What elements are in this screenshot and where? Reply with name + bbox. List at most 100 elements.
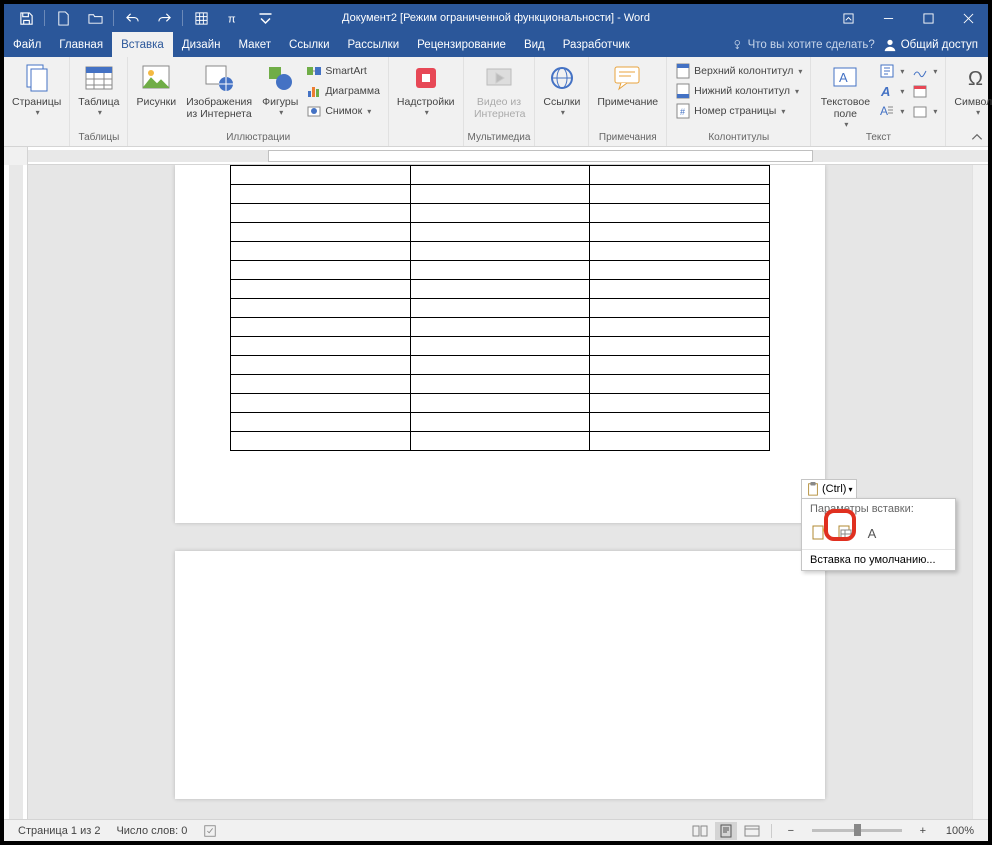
table-cell[interactable] <box>231 185 411 204</box>
zoom-level[interactable]: 100% <box>938 825 982 837</box>
table-cell[interactable] <box>590 356 770 375</box>
tab-insert[interactable]: Вставка <box>112 32 173 57</box>
tab-mailings[interactable]: Рассылки <box>339 32 409 57</box>
table-cell[interactable] <box>410 204 590 223</box>
zoom-out-button[interactable]: − <box>780 822 802 840</box>
header-button[interactable]: Верхний колонтитул <box>671 61 806 81</box>
table-cell[interactable] <box>590 185 770 204</box>
ribbon-display-button[interactable] <box>828 4 868 32</box>
table-cell[interactable] <box>231 223 411 242</box>
horizontal-ruler[interactable] <box>4 147 988 165</box>
tab-review[interactable]: Рецензирование <box>408 32 515 57</box>
document-canvas[interactable]: (Ctrl) ▾ Параметры вставки: A Вставка по… <box>28 165 972 819</box>
table-cell[interactable] <box>590 280 770 299</box>
table-cell[interactable] <box>231 394 411 413</box>
footer-button[interactable]: Нижний колонтитул <box>671 81 806 101</box>
table-cell[interactable] <box>231 337 411 356</box>
table-cell[interactable] <box>410 299 590 318</box>
links-button[interactable]: Ссылки <box>539 59 584 117</box>
zoom-thumb[interactable] <box>854 824 861 836</box>
object-button[interactable] <box>908 101 941 121</box>
web-layout-button[interactable] <box>741 822 763 840</box>
tab-developer[interactable]: Разработчик <box>554 32 639 57</box>
table-cell[interactable] <box>231 318 411 337</box>
table-cell[interactable] <box>231 166 411 185</box>
table-cell[interactable] <box>590 204 770 223</box>
maximize-button[interactable] <box>908 4 948 32</box>
table-cell[interactable] <box>410 394 590 413</box>
shapes-button[interactable]: Фигуры <box>258 59 302 117</box>
table-cell[interactable] <box>410 280 590 299</box>
paste-options-button[interactable]: (Ctrl) ▾ <box>801 479 857 499</box>
tab-file[interactable]: Файл <box>4 32 50 57</box>
dropcap-button[interactable]: A <box>875 101 908 121</box>
page-2[interactable] <box>175 551 825 799</box>
tell-me-search[interactable]: Что вы хотите сделать? <box>732 39 875 51</box>
table-cell[interactable] <box>410 318 590 337</box>
paste-keep-source-button[interactable] <box>808 521 832 545</box>
table-cell[interactable] <box>590 318 770 337</box>
table-cell[interactable] <box>590 299 770 318</box>
tab-layout[interactable]: Макет <box>229 32 280 57</box>
page-number-button[interactable]: #Номер страницы <box>671 101 806 121</box>
table-cell[interactable] <box>410 185 590 204</box>
table-cell[interactable] <box>231 204 411 223</box>
tab-design[interactable]: Дизайн <box>173 32 230 57</box>
table-cell[interactable] <box>590 394 770 413</box>
close-button[interactable] <box>948 4 988 32</box>
signature-button[interactable] <box>908 61 941 81</box>
table-insert-button[interactable]: Таблица <box>74 59 123 117</box>
table-cell[interactable] <box>231 261 411 280</box>
table-cell[interactable] <box>590 413 770 432</box>
paste-text-only-button[interactable]: A <box>860 521 884 545</box>
table-cell[interactable] <box>590 375 770 394</box>
table-cell[interactable] <box>410 356 590 375</box>
page-indicator[interactable]: Страница 1 из 2 <box>10 825 108 837</box>
open-button[interactable] <box>79 4 111 32</box>
table-cell[interactable] <box>410 242 590 261</box>
word-count[interactable]: Число слов: 0 <box>108 825 195 837</box>
table-cell[interactable] <box>410 375 590 394</box>
table-cell[interactable] <box>590 223 770 242</box>
table-cell[interactable] <box>231 280 411 299</box>
table-cell[interactable] <box>590 337 770 356</box>
table-cell[interactable] <box>410 337 590 356</box>
read-mode-button[interactable] <box>689 822 711 840</box>
wordart-button[interactable]: A <box>875 81 908 101</box>
table-cell[interactable] <box>590 242 770 261</box>
online-pictures-button[interactable]: Изображения из Интернета <box>180 59 258 120</box>
table-cell[interactable] <box>590 166 770 185</box>
table-cell[interactable] <box>231 375 411 394</box>
new-button[interactable] <box>47 4 79 32</box>
qat-customize-button[interactable] <box>249 4 281 32</box>
tab-view[interactable]: Вид <box>515 32 554 57</box>
table-cell[interactable] <box>231 356 411 375</box>
vertical-scrollbar[interactable] <box>972 165 988 819</box>
pages-button[interactable]: Страницы <box>8 59 65 117</box>
document-table[interactable] <box>230 165 770 451</box>
vertical-ruler[interactable] <box>4 165 28 819</box>
addins-button[interactable]: Надстройки <box>393 59 459 117</box>
table-cell[interactable] <box>231 299 411 318</box>
undo-button[interactable] <box>116 4 148 32</box>
save-button[interactable] <box>10 4 42 32</box>
table-cell[interactable] <box>410 166 590 185</box>
table-cell[interactable] <box>410 223 590 242</box>
table-cell[interactable] <box>410 432 590 451</box>
pictures-button[interactable]: Рисунки <box>132 59 180 108</box>
paste-default-button[interactable]: Вставка по умолчанию... <box>802 549 955 570</box>
zoom-slider[interactable] <box>812 829 902 832</box>
table-cell[interactable] <box>231 242 411 261</box>
redo-button[interactable] <box>148 4 180 32</box>
collapse-ribbon-button[interactable] <box>970 130 984 144</box>
table-button[interactable] <box>185 4 217 32</box>
table-cell[interactable] <box>590 432 770 451</box>
equation-button[interactable]: π <box>217 4 249 32</box>
quick-parts-button[interactable] <box>875 61 908 81</box>
table-cell[interactable] <box>231 432 411 451</box>
datetime-button[interactable] <box>908 81 941 101</box>
table-cell[interactable] <box>231 413 411 432</box>
table-cell[interactable] <box>590 261 770 280</box>
table-cell[interactable] <box>410 413 590 432</box>
spell-check-button[interactable] <box>195 824 225 838</box>
